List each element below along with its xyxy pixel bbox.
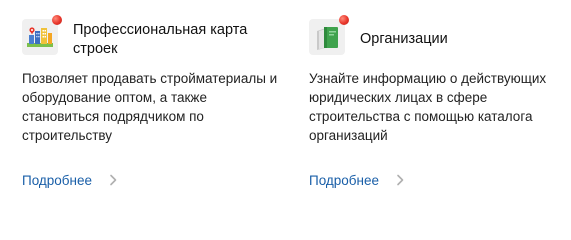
more-link-label: Подробнее	[309, 172, 380, 188]
card-icon-wrapper	[309, 15, 349, 55]
card-description: Узнайте информацию о действующих юридиче…	[309, 71, 547, 143]
notification-dot	[339, 15, 349, 25]
card-title: Организации	[360, 31, 448, 47]
card-organizations: Организации Узнайте информацию о действу…	[309, 0, 571, 240]
organizations-book-icon	[309, 19, 345, 55]
card-description: Позволяет продавать стройматериалы и обо…	[22, 71, 278, 143]
more-link-organizations[interactable]: Подробнее	[309, 170, 405, 190]
more-link-construction-map[interactable]: Подробнее	[22, 170, 118, 190]
card-title: Профессиональная карта строек	[73, 22, 248, 57]
more-link-label: Подробнее	[22, 172, 93, 188]
chevron-right-icon	[397, 174, 404, 186]
card-icon-wrapper	[22, 15, 62, 55]
card-construction-map: Профессиональная карта строек Позволяет …	[22, 0, 292, 240]
notification-dot	[52, 15, 62, 25]
construction-map-icon	[22, 19, 58, 55]
chevron-right-icon	[110, 174, 117, 186]
service-cards: Профессиональная карта строек Позволяет …	[0, 0, 571, 240]
